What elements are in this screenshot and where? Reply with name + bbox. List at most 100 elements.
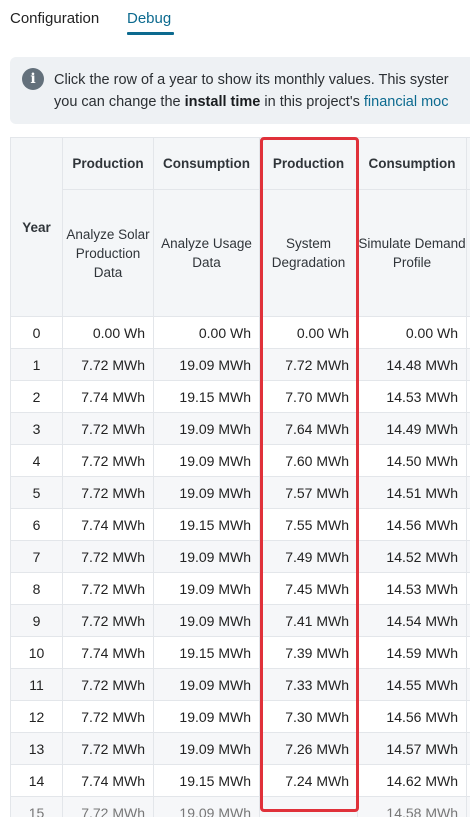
results-table-container[interactable]: Year Production Consumption Production C… (10, 137, 470, 817)
solar-production-cell: 7.72 MWh (63, 445, 154, 477)
solar-production-cell: 7.72 MWh (63, 797, 154, 817)
usage-data-cell: 19.09 MWh (154, 413, 260, 445)
info-line-1: Click the row of a year to show its mont… (54, 69, 449, 91)
year-cell: 13 (11, 733, 63, 765)
table-row[interactable]: 137.72 MWh19.09 MWh7.26 MWh14.57 MWh (11, 733, 470, 765)
year-cell: 15 (11, 797, 63, 817)
table-row[interactable]: 97.72 MWh19.09 MWh7.41 MWh14.54 MWh (11, 605, 470, 637)
usage-data-cell: 19.09 MWh (154, 477, 260, 509)
install-time-emphasis: install time (185, 94, 261, 110)
year-cell: 8 (11, 573, 63, 605)
tab-debug[interactable]: Debug (127, 10, 171, 27)
empty-cell (467, 541, 470, 573)
empty-cell (467, 701, 470, 733)
solar-production-cell: 7.72 MWh (63, 733, 154, 765)
year-cell: 9 (11, 605, 63, 637)
demand-profile-cell: 14.56 MWh (358, 701, 467, 733)
empty-cell (467, 509, 470, 541)
demand-profile-cell: 14.59 MWh (358, 637, 467, 669)
empty-cell (467, 605, 470, 637)
system-degradation-cell: 0.00 Wh (260, 317, 358, 349)
year-cell: 12 (11, 701, 63, 733)
empty-cell (467, 637, 470, 669)
column-header-solar-production[interactable]: Analyze Solar Production Data (63, 190, 154, 317)
table-row[interactable]: 47.72 MWh19.09 MWh7.60 MWh14.50 MWh (11, 445, 470, 477)
column-header-row: Analyze Solar Production Data Analyze Us… (11, 190, 470, 317)
demand-profile-cell: 14.62 MWh (358, 765, 467, 797)
system-degradation-cell: 7.60 MWh (260, 445, 358, 477)
usage-data-cell: 19.15 MWh (154, 509, 260, 541)
group-header-consumption: Consumption (358, 138, 467, 190)
system-degradation-cell: 7.24 MWh (260, 765, 358, 797)
table-row[interactable]: 127.72 MWh19.09 MWh7.30 MWh14.56 MWh (11, 701, 470, 733)
table-row[interactable]: 57.72 MWh19.09 MWh7.57 MWh14.51 MWh (11, 477, 470, 509)
solar-production-cell: 7.72 MWh (63, 701, 154, 733)
usage-data-cell: 19.09 MWh (154, 669, 260, 701)
system-degradation-cell: 7.49 MWh (260, 541, 358, 573)
usage-data-cell: 19.15 MWh (154, 381, 260, 413)
demand-profile-cell: 14.52 MWh (358, 541, 467, 573)
year-cell: 7 (11, 541, 63, 573)
empty-cell (467, 669, 470, 701)
usage-data-cell: 19.09 MWh (154, 797, 260, 817)
solar-production-cell: 7.72 MWh (63, 349, 154, 381)
year-cell: 1 (11, 349, 63, 381)
table-row[interactable]: 67.74 MWh19.15 MWh7.55 MWh14.56 MWh (11, 509, 470, 541)
system-degradation-cell: 7.70 MWh (260, 381, 358, 413)
demand-profile-cell: 14.51 MWh (358, 477, 467, 509)
results-table: Year Production Consumption Production C… (10, 137, 470, 817)
system-degradation-cell: 7.30 MWh (260, 701, 358, 733)
column-header-empty (467, 190, 470, 317)
year-cell: 0 (11, 317, 63, 349)
year-cell: 3 (11, 413, 63, 445)
system-degradation-cell (260, 797, 358, 817)
usage-data-cell: 19.09 MWh (154, 445, 260, 477)
tab-configuration[interactable]: Configuration (10, 10, 99, 27)
solar-production-cell: 7.72 MWh (63, 669, 154, 701)
table-row[interactable]: 17.72 MWh19.09 MWh7.72 MWh14.48 MWh (11, 349, 470, 381)
table-row[interactable]: 77.72 MWh19.09 MWh7.49 MWh14.52 MWh (11, 541, 470, 573)
group-header-row: Year Production Consumption Production C… (11, 138, 470, 190)
financial-model-link[interactable]: financial moc (364, 94, 449, 110)
empty-cell (467, 573, 470, 605)
table-row[interactable]: 117.72 MWh19.09 MWh7.33 MWh14.55 MWh (11, 669, 470, 701)
table-row[interactable]: 27.74 MWh19.15 MWh7.70 MWh14.53 MWh (11, 381, 470, 413)
info-text-segment: you can change the (54, 94, 185, 110)
system-degradation-cell: 7.41 MWh (260, 605, 358, 637)
table-row[interactable]: 00.00 Wh0.00 Wh0.00 Wh0.00 Wh (11, 317, 470, 349)
demand-profile-cell: 0.00 Wh (358, 317, 467, 349)
table-row[interactable]: 37.72 MWh19.09 MWh7.64 MWh14.49 MWh (11, 413, 470, 445)
empty-cell (467, 445, 470, 477)
empty-cell (467, 381, 470, 413)
info-line-2: you can change the install time in this … (54, 91, 449, 113)
column-header-demand-profile[interactable]: Simulate Demand Profile (358, 190, 467, 317)
table-row[interactable]: 147.74 MWh19.15 MWh7.24 MWh14.62 MWh (11, 765, 470, 797)
demand-profile-cell: 14.48 MWh (358, 349, 467, 381)
empty-cell (467, 733, 470, 765)
info-banner: i Click the row of a year to show its mo… (10, 57, 470, 124)
year-cell: 6 (11, 509, 63, 541)
column-header-system-degradation[interactable]: System Degradation (260, 190, 358, 317)
empty-cell (467, 349, 470, 381)
active-tab-indicator (127, 32, 174, 35)
demand-profile-cell: 14.53 MWh (358, 573, 467, 605)
table-row[interactable]: 157.72 MWh19.09 MWh14.58 MWh (11, 797, 470, 817)
info-icon: i (22, 68, 44, 90)
column-header-usage-data[interactable]: Analyze Usage Data (154, 190, 260, 317)
system-degradation-cell: 7.72 MWh (260, 349, 358, 381)
solar-production-cell: 7.74 MWh (63, 765, 154, 797)
solar-production-cell: 7.72 MWh (63, 413, 154, 445)
system-degradation-cell: 7.45 MWh (260, 573, 358, 605)
column-header-year[interactable]: Year (11, 138, 63, 317)
table-row[interactable]: 87.72 MWh19.09 MWh7.45 MWh14.53 MWh (11, 573, 470, 605)
group-header-empty (467, 138, 470, 190)
group-header-consumption: Consumption (154, 138, 260, 190)
solar-production-cell: 7.72 MWh (63, 573, 154, 605)
demand-profile-cell: 14.54 MWh (358, 605, 467, 637)
demand-profile-cell: 14.50 MWh (358, 445, 467, 477)
table-row[interactable]: 107.74 MWh19.15 MWh7.39 MWh14.59 MWh (11, 637, 470, 669)
usage-data-cell: 19.09 MWh (154, 349, 260, 381)
system-degradation-cell: 7.64 MWh (260, 413, 358, 445)
table-body: 00.00 Wh0.00 Wh0.00 Wh0.00 Wh17.72 MWh19… (11, 317, 470, 817)
solar-production-cell: 7.72 MWh (63, 541, 154, 573)
